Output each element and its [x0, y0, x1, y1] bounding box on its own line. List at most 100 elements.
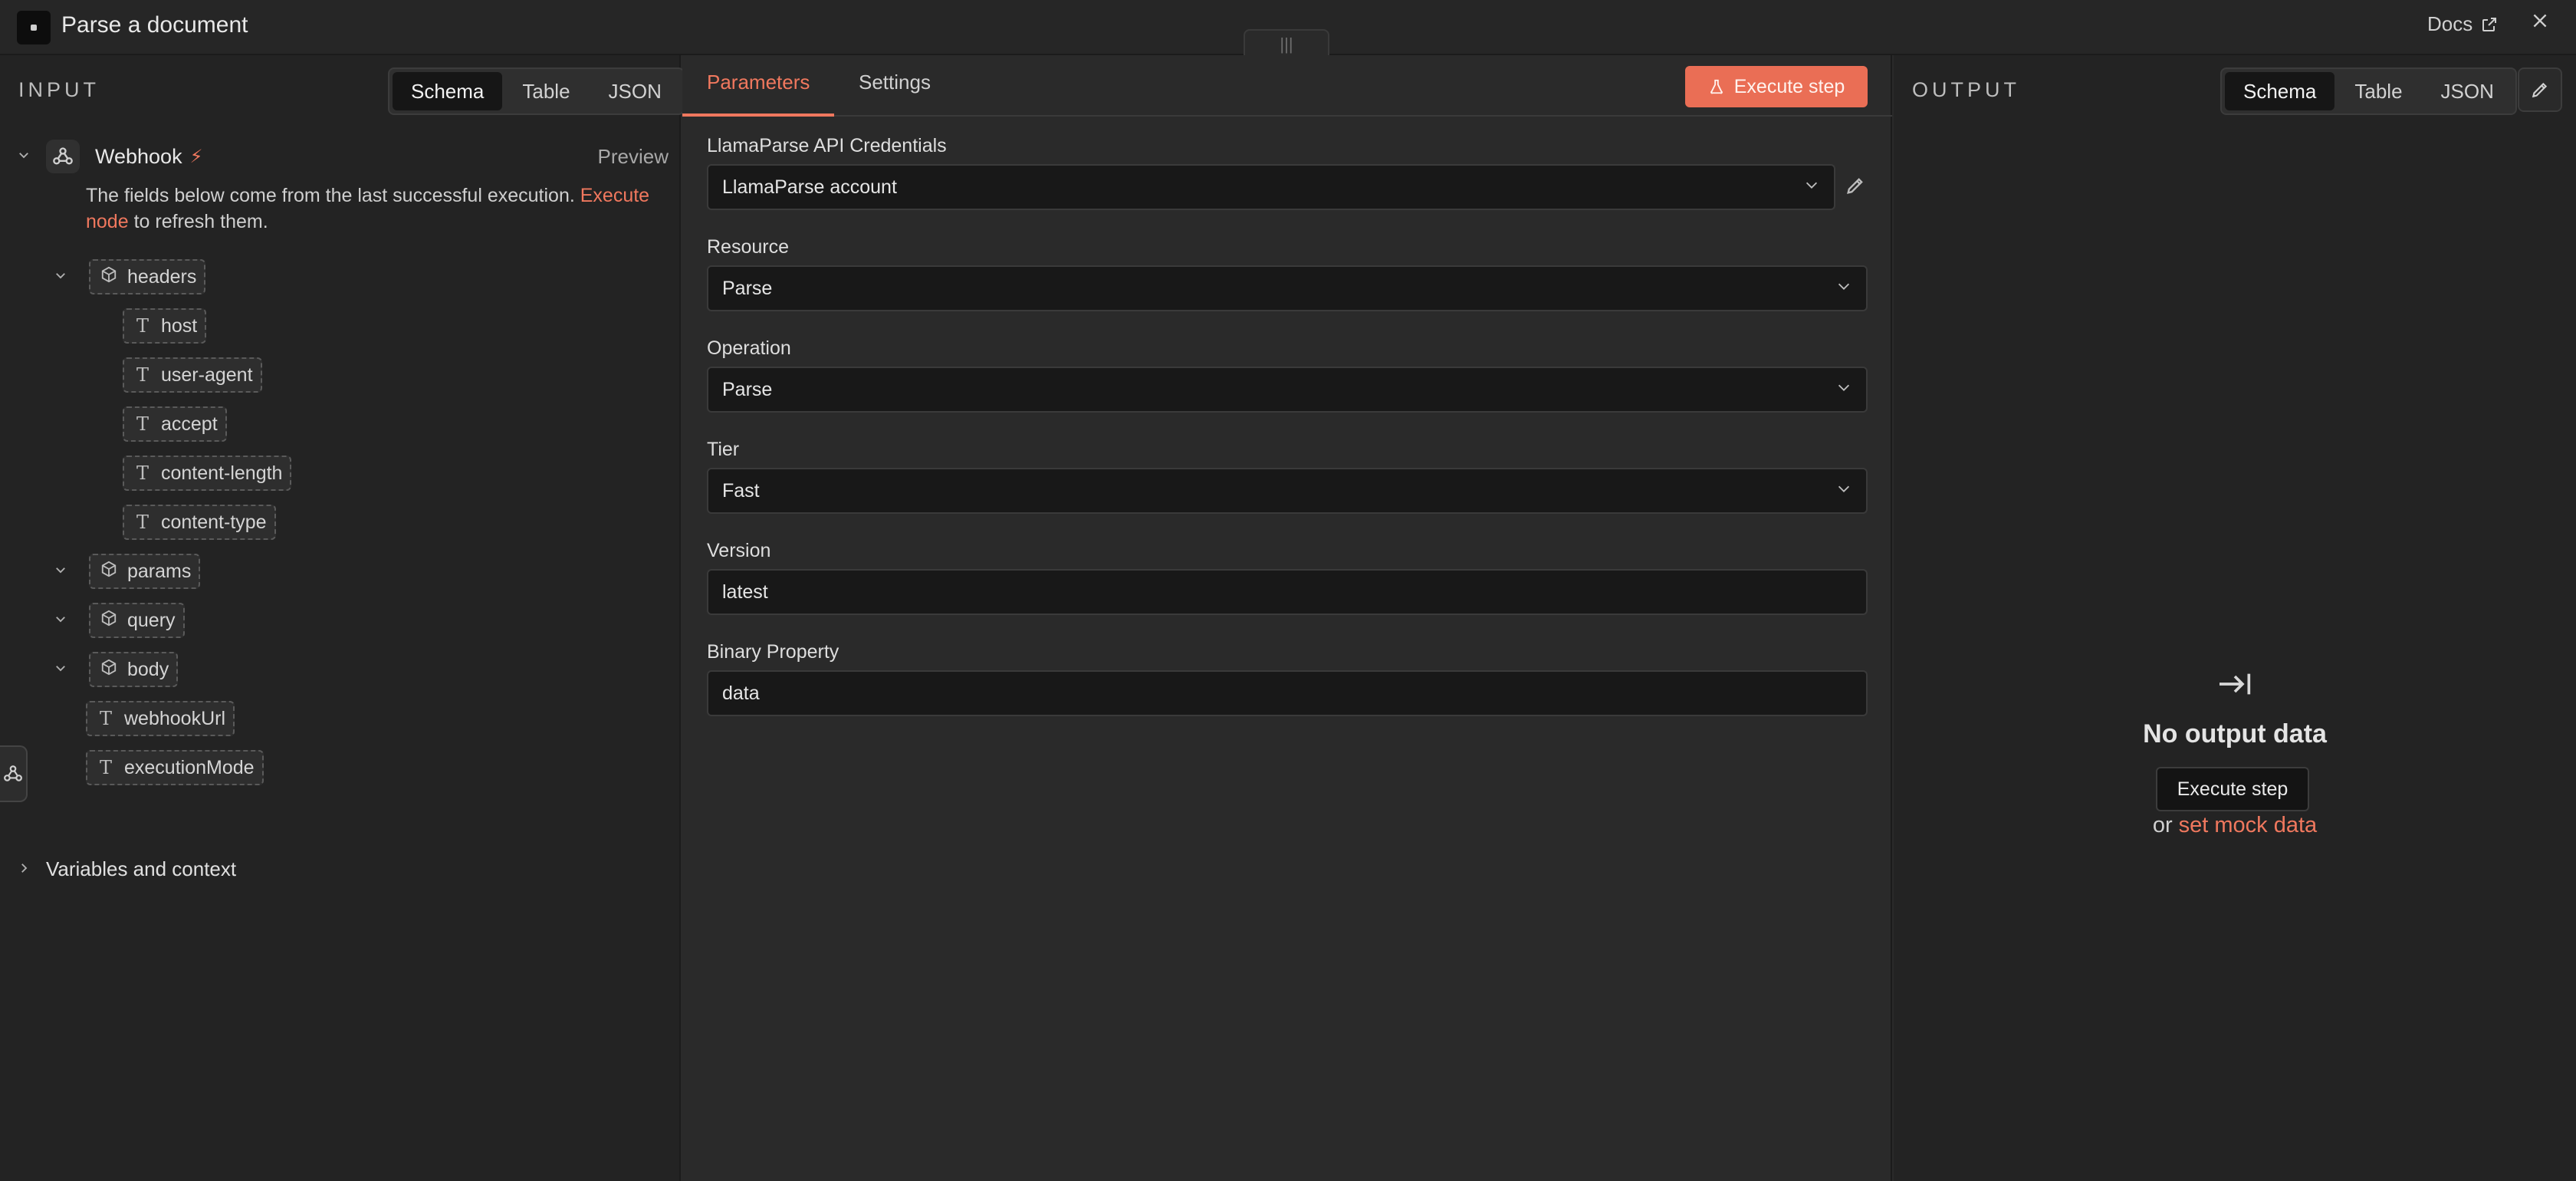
field-name: params — [127, 560, 192, 582]
field-name: content-length — [161, 462, 283, 484]
output-view-switch: Schema Table JSON — [2220, 67, 2517, 115]
variables-and-context-row[interactable]: Variables and context — [17, 857, 236, 881]
resource-select[interactable]: Parse — [707, 265, 1868, 311]
field-pill[interactable]: Thost — [123, 308, 207, 344]
tier-select[interactable]: Fast — [707, 468, 1868, 514]
tree-row-content-length[interactable]: Tcontent-length — [123, 454, 292, 492]
tree-row-user-agent[interactable]: Tuser-agent — [123, 356, 262, 394]
credentials-select[interactable]: LlamaParse account — [707, 164, 1835, 210]
binary-property-input[interactable]: data — [707, 670, 1868, 716]
field-name: content-type — [161, 511, 267, 533]
tier-value: Fast — [722, 479, 760, 502]
chevron-down-icon[interactable] — [54, 267, 89, 287]
input-tab-json[interactable]: JSON — [590, 72, 680, 110]
field-pill[interactable]: body — [89, 652, 179, 687]
tree-row-body[interactable]: body — [54, 650, 179, 689]
object-icon — [90, 561, 127, 582]
field-pill[interactable]: Tcontent-type — [123, 505, 276, 540]
chevron-right-icon[interactable] — [17, 860, 46, 880]
tier-label: Tier — [707, 439, 740, 460]
input-panel-label: INPUT — [18, 78, 100, 101]
text-type-icon: T — [136, 364, 149, 386]
binary-property-label: Binary Property — [707, 641, 840, 663]
execute-step-button[interactable]: Execute step — [1685, 66, 1868, 107]
binary-property-value: data — [722, 682, 760, 704]
webhook-node-row[interactable]: Webhook ⚡ Preview — [17, 133, 669, 179]
hint-suffix: to refresh them. — [128, 211, 268, 232]
field-name: webhookUrl — [124, 707, 226, 729]
tree-row-params[interactable]: params — [54, 552, 201, 590]
version-label: Version — [707, 540, 771, 561]
chevron-down-icon — [1835, 480, 1852, 502]
tree-row-executionmode[interactable]: TexecutionMode — [86, 748, 264, 787]
object-icon — [90, 659, 127, 680]
field-pill[interactable]: TexecutionMode — [86, 750, 264, 785]
field-name: host — [161, 314, 198, 337]
preview-label: Preview — [597, 144, 669, 168]
tree-row-host[interactable]: Thost — [123, 307, 207, 345]
bolt-icon: ⚡ — [189, 146, 203, 167]
credentials-label: LlamaParse API Credentials — [707, 135, 947, 156]
field-pill[interactable]: params — [89, 554, 201, 589]
text-type-icon: T — [99, 708, 112, 729]
parameters-panel: Parameters Settings Execute step LlamaPa… — [682, 55, 1892, 1181]
mock-data-row: or set mock data — [1894, 813, 2576, 838]
input-tab-table[interactable]: Table — [504, 72, 588, 110]
field-name: user-agent — [161, 364, 253, 386]
variables-label: Variables and context — [46, 857, 237, 880]
close-button[interactable] — [2530, 11, 2550, 37]
field-pill[interactable]: Tcontent-length — [123, 456, 292, 491]
tree-row-query[interactable]: query — [54, 601, 185, 640]
output-execute-step-button[interactable]: Execute step — [2156, 767, 2309, 811]
credentials-value: LlamaParse account — [722, 176, 897, 198]
docs-link[interactable]: Docs — [2427, 12, 2499, 36]
resource-label: Resource — [707, 236, 789, 258]
input-tab-schema[interactable]: Schema — [393, 72, 503, 110]
edit-output-button[interactable] — [2518, 67, 2562, 112]
page-title: Parse a document — [61, 12, 248, 38]
version-value: latest — [722, 581, 768, 603]
operation-select[interactable]: Parse — [707, 367, 1868, 413]
text-type-icon: T — [136, 315, 149, 337]
field-pill[interactable]: TwebhookUrl — [86, 701, 235, 736]
output-tab-schema[interactable]: Schema — [2225, 72, 2335, 110]
field-pill[interactable]: headers — [89, 259, 206, 294]
output-tab-json[interactable]: JSON — [2423, 72, 2512, 110]
object-icon — [90, 266, 127, 288]
tree-row-headers[interactable]: headers — [54, 258, 206, 296]
field-pill[interactable]: Tuser-agent — [123, 357, 262, 393]
docs-label: Docs — [2427, 12, 2473, 35]
field-pill[interactable]: Taccept — [123, 406, 227, 442]
active-tab-underline — [682, 113, 834, 117]
field-pill[interactable]: query — [89, 603, 185, 638]
tab-settings[interactable]: Settings — [859, 71, 931, 94]
node-logo-icon — [17, 11, 51, 44]
field-name: executionMode — [124, 756, 255, 778]
version-input[interactable]: latest — [707, 569, 1868, 615]
text-type-icon: T — [99, 757, 112, 778]
flask-icon — [1710, 79, 1723, 94]
or-text: or — [2152, 813, 2179, 837]
operation-value: Parse — [722, 378, 773, 400]
parameters-tabs: Parameters Settings Execute step — [682, 55, 1892, 117]
drag-connection-tab[interactable] — [0, 745, 28, 802]
operation-label: Operation — [707, 337, 791, 359]
set-mock-data-link[interactable]: set mock data — [2179, 813, 2318, 837]
object-icon — [90, 610, 127, 631]
chevron-down-icon[interactable] — [54, 561, 89, 581]
output-tab-table[interactable]: Table — [2336, 72, 2420, 110]
tree-row-accept[interactable]: Taccept — [123, 405, 227, 443]
input-panel: INPUT Schema Table JSON Webhook ⚡ Previe… — [0, 55, 685, 1181]
edit-credentials-button[interactable] — [1845, 175, 1866, 200]
tree-row-content-type[interactable]: Tcontent-type — [123, 503, 276, 541]
tree-row-webhookurl[interactable]: TwebhookUrl — [86, 699, 235, 738]
tab-parameters[interactable]: Parameters — [707, 71, 810, 94]
pencil-icon — [1847, 178, 1863, 194]
execute-step-label: Execute step — [1733, 75, 1845, 97]
output-panel: OUTPUT Schema Table JSON No output data … — [1894, 55, 2576, 1181]
chevron-down-icon[interactable] — [54, 610, 89, 630]
pencil-icon — [2532, 82, 2548, 98]
chevron-down-icon[interactable] — [54, 660, 89, 679]
arrow-right-to-line-icon — [2214, 669, 2256, 703]
chevron-down-icon[interactable] — [17, 146, 46, 166]
